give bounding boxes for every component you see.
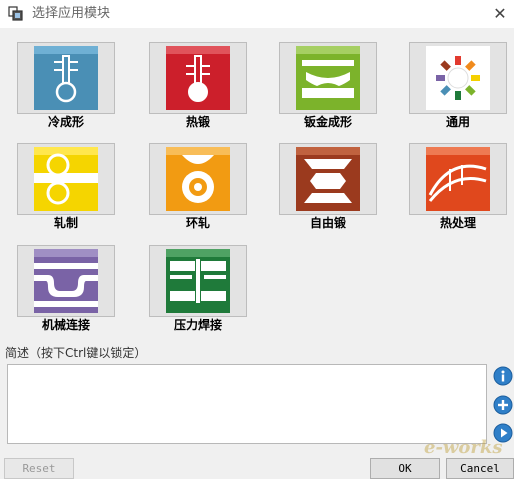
module-hot-forging[interactable]: 热锻: [149, 42, 247, 146]
module-tile[interactable]: [409, 143, 507, 215]
module-mechanical-joining[interactable]: 机械连接: [17, 245, 115, 349]
sheet-metal-forming-icon: [296, 46, 360, 110]
module-label: 热锻: [185, 115, 210, 129]
module-tile[interactable]: [409, 42, 507, 114]
module-label: 环轧: [185, 216, 210, 230]
reset-button[interactable]: Reset: [4, 458, 74, 479]
module-ring-rolling[interactable]: 环轧: [149, 143, 247, 247]
module-general[interactable]: 通用: [409, 42, 507, 146]
module-label: 机械连接: [41, 318, 90, 332]
ok-button[interactable]: OK: [370, 458, 440, 479]
module-rolling[interactable]: 轧制: [17, 143, 115, 247]
hot-forging-icon: [166, 46, 230, 110]
watermark-logo: e-works: [424, 437, 503, 458]
general-icon: [426, 46, 490, 110]
module-label: 通用: [445, 115, 470, 129]
module-tile[interactable]: [17, 42, 115, 114]
module-tile[interactable]: [149, 245, 247, 317]
heat-treatment-icon: [426, 147, 490, 211]
module-tile[interactable]: [17, 245, 115, 317]
cancel-button[interactable]: Cancel: [446, 458, 514, 479]
module-heat-treatment[interactable]: 热处理: [409, 143, 507, 247]
module-tile[interactable]: [17, 143, 115, 215]
module-label: 热处理: [439, 216, 476, 230]
info-icon[interactable]: [493, 366, 513, 386]
rolling-icon: [34, 147, 98, 211]
module-cold-forming[interactable]: 冷成形: [17, 42, 115, 146]
module-label: 钣金成形: [303, 115, 352, 129]
module-pressure-welding[interactable]: 压力焊接: [149, 245, 247, 349]
module-tile[interactable]: [149, 42, 247, 114]
module-sheet-metal-forming[interactable]: 钣金成形: [279, 42, 377, 146]
add-icon[interactable]: [493, 395, 513, 415]
description-label: 简述（按下Ctrl键以锁定）: [5, 346, 147, 360]
module-label: 冷成形: [47, 115, 84, 129]
module-label: 自由锻: [309, 216, 346, 230]
module-tile[interactable]: [279, 42, 377, 114]
description-field[interactable]: [7, 364, 487, 444]
ring-rolling-icon: [166, 147, 230, 211]
module-open-die-forging[interactable]: 自由锻: [279, 143, 377, 247]
mechanical-joining-icon: [34, 249, 98, 313]
module-tile[interactable]: [149, 143, 247, 215]
open-die-forging-icon: [296, 147, 360, 211]
module-grid: 冷成形 热锻 钣金成形 通用 轧制 环轧 自由锻 热处理 机械连接 压力焊接: [0, 0, 514, 340]
cold-forming-icon: [34, 46, 98, 110]
pressure-welding-icon: [166, 249, 230, 313]
module-label: 压力焊接: [173, 318, 222, 332]
module-tile[interactable]: [279, 143, 377, 215]
module-label: 轧制: [53, 216, 78, 230]
